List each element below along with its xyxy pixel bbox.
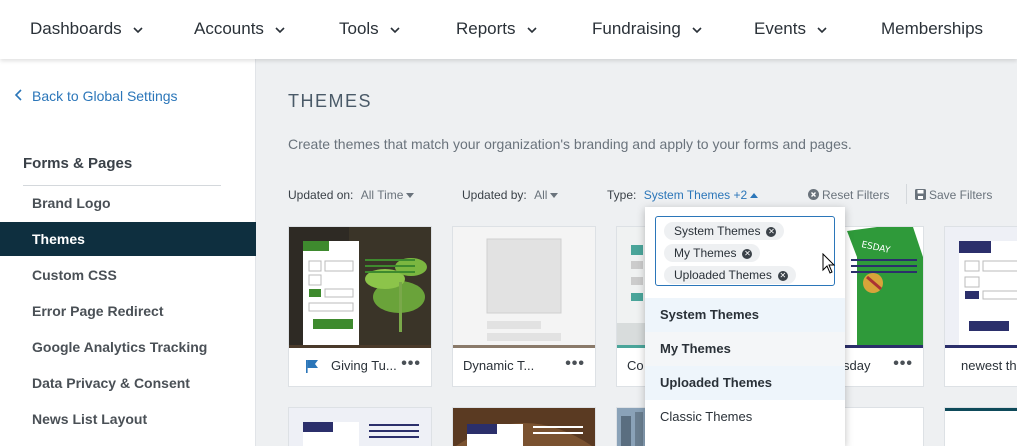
reset-filters-button[interactable]: Reset Filters [808, 188, 889, 202]
theme-thumbnail [945, 227, 1017, 345]
selected-types-input[interactable]: System Themes ✕ My Themes ✕ Uploaded Theme… [655, 216, 835, 286]
card-divider [289, 345, 431, 348]
type-select[interactable]: System Themes +2 [644, 188, 759, 202]
chip-uploaded-themes: Uploaded Themes ✕ [664, 266, 796, 284]
theme-thumbnail [453, 227, 595, 345]
chevron-down-icon [275, 26, 285, 33]
chevron-left-icon [14, 89, 22, 101]
nav-events[interactable]: Events [754, 19, 828, 39]
close-circle-icon [808, 189, 819, 200]
sidebar-item-brand-logo[interactable]: Brand Logo [0, 186, 256, 220]
filter-updated-by: Updated by: All [462, 188, 559, 202]
more-options-icon[interactable]: ••• [893, 355, 913, 373]
theme-card[interactable]: Giving Tu... ••• [288, 226, 432, 387]
back-to-global-settings-link[interactable]: Back to Global Settings [14, 88, 178, 104]
card-divider [453, 345, 595, 348]
chevron-down-icon [692, 26, 702, 33]
chevron-down-icon [390, 26, 400, 33]
card-label: Co [627, 358, 644, 373]
save-filters-button[interactable]: Save Filters [915, 188, 992, 202]
chip-system-themes: System Themes ✕ [664, 222, 785, 240]
filter-updated-on: Updated on: All Time [288, 188, 415, 202]
nav-memberships[interactable]: Memberships [881, 19, 983, 39]
theme-card[interactable] [944, 407, 1017, 446]
updated-on-select[interactable]: All Time [361, 188, 415, 202]
sidebar-item-news-list-layout[interactable]: News List Layout [0, 402, 256, 436]
card-label: sday [843, 358, 871, 373]
more-options-icon[interactable]: ••• [401, 355, 421, 373]
theme-card[interactable]: newest th [944, 226, 1017, 387]
card-label: Giving Tu... [331, 358, 397, 373]
theme-card[interactable]: Dynamic T... ••• [452, 226, 596, 387]
theme-card[interactable] [452, 407, 596, 446]
nav-reports[interactable]: Reports [456, 19, 538, 39]
theme-card[interactable] [288, 407, 432, 446]
remove-chip-icon[interactable]: ✕ [777, 270, 788, 281]
type-filter-dropdown: System Themes ✕ My Themes ✕ Uploaded Theme… [645, 207, 845, 446]
sidebar: Back to Global Settings Forms & Pages Br… [0, 59, 256, 446]
mouse-cursor-icon [822, 253, 836, 274]
card-label: newest th [961, 358, 1017, 373]
save-icon [915, 189, 926, 200]
filter-type: Type: System Themes +2 [607, 188, 759, 202]
sidebar-item-custom-css[interactable]: Custom CSS [0, 258, 256, 292]
nav-fundraising[interactable]: Fundraising [592, 19, 703, 39]
chevron-down-icon [526, 26, 537, 33]
sidebar-item-error-page-redirect[interactable]: Error Page Redirect [0, 294, 256, 328]
caret-up-icon [750, 193, 759, 199]
remove-chip-icon[interactable]: ✕ [742, 248, 753, 259]
option-my-themes[interactable]: My Themes [645, 332, 845, 366]
option-classic-themes[interactable]: Classic Themes [645, 400, 845, 434]
updated-by-select[interactable]: All [534, 188, 559, 202]
chevron-down-icon [817, 26, 827, 33]
flag-icon [306, 360, 318, 373]
filter-divider [906, 184, 907, 204]
card-label: Dynamic T... [463, 358, 535, 373]
caret-down-icon [406, 193, 415, 199]
chevron-down-icon [133, 26, 143, 33]
nav-dashboards[interactable]: Dashboards [30, 19, 144, 39]
chip-my-themes: My Themes ✕ [664, 244, 761, 262]
nav-accounts[interactable]: Accounts [194, 19, 286, 39]
caret-down-icon [550, 193, 559, 199]
sidebar-item-google-analytics[interactable]: Google Analytics Tracking [0, 330, 256, 364]
option-system-themes[interactable]: System Themes [645, 298, 845, 332]
option-uploaded-themes[interactable]: Uploaded Themes [645, 366, 845, 400]
card-divider [945, 345, 1017, 348]
theme-thumbnail [289, 227, 431, 345]
sidebar-item-themes[interactable]: Themes [0, 222, 256, 256]
top-navigation: Dashboards Accounts Tools Reports Fundra… [0, 0, 1017, 59]
page-description: Create themes that match your organizati… [288, 136, 852, 152]
sidebar-item-data-privacy[interactable]: Data Privacy & Consent [0, 366, 256, 400]
remove-chip-icon[interactable]: ✕ [766, 226, 777, 237]
nav-tools[interactable]: Tools [339, 19, 401, 39]
section-title: Forms & Pages [23, 155, 133, 172]
page-title: THEMES [288, 91, 373, 111]
more-options-icon[interactable]: ••• [565, 355, 585, 373]
